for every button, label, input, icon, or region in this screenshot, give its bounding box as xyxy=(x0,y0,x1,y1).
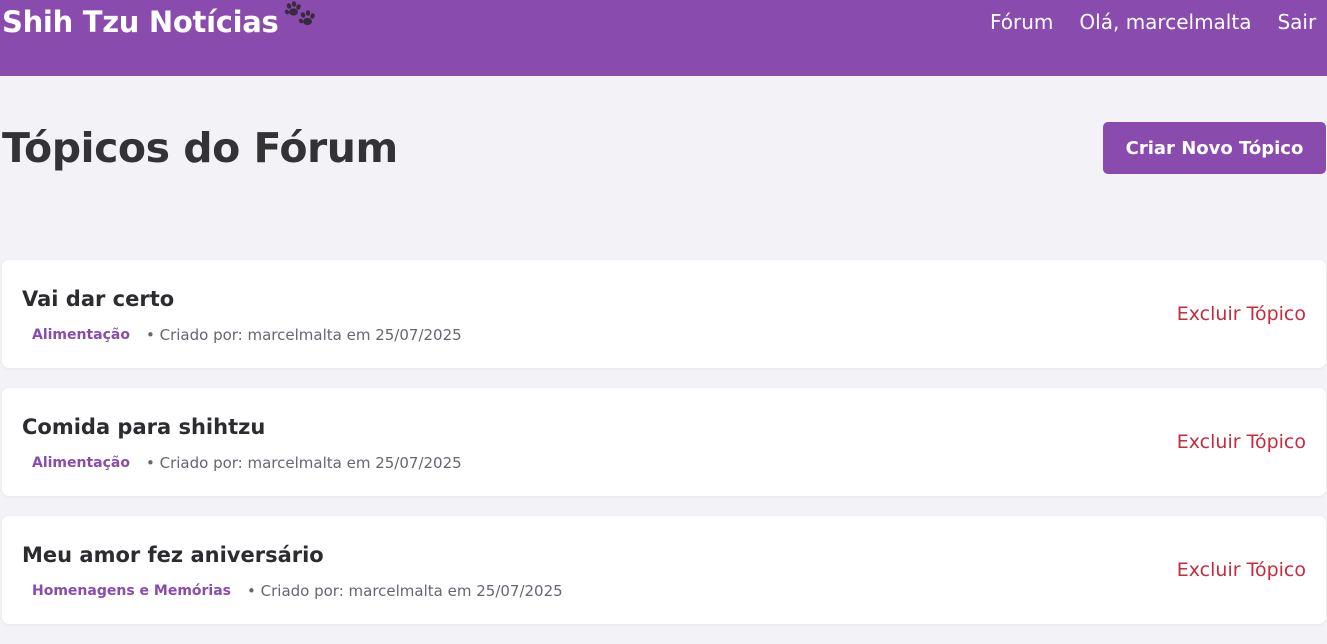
nav-logout-link[interactable]: Sair xyxy=(1277,8,1316,36)
topic-card: Meu amor fez aniversário Homenagens e Me… xyxy=(2,516,1326,624)
brand-logo[interactable]: Shih Tzu Notícias xyxy=(2,1,318,42)
topic-title[interactable]: Vai dar certo xyxy=(22,284,174,314)
delete-topic-button[interactable]: Excluir Tópico xyxy=(1177,556,1306,584)
topic-author-date: • Criado por: marcelmalta em 25/07/2025 xyxy=(146,454,462,472)
nav-links: Fórum Olá, marcelmalta Sair xyxy=(990,8,1316,36)
create-topic-button[interactable]: Criar Novo Tópico xyxy=(1103,122,1326,174)
page-title: Tópicos do Fórum xyxy=(2,124,398,172)
topic-list: Vai dar certo Alimentação • Criado por: … xyxy=(2,260,1326,644)
topic-meta: Alimentação • Criado por: marcelmalta em… xyxy=(32,452,462,474)
topic-card: Comida para shihtzu Alimentação • Criado… xyxy=(2,388,1326,496)
topic-meta: Homenagens e Memórias • Criado por: marc… xyxy=(32,580,563,602)
delete-topic-button[interactable]: Excluir Tópico xyxy=(1177,300,1306,328)
category-tag[interactable]: Alimentação xyxy=(32,327,130,343)
category-tag[interactable]: Homenagens e Memórias xyxy=(32,583,231,599)
topic-title[interactable]: Meu amor fez aniversário xyxy=(22,540,324,570)
topic-author-date: • Criado por: marcelmalta em 25/07/2025 xyxy=(146,326,462,344)
topic-meta: Alimentação • Criado por: marcelmalta em… xyxy=(32,324,462,346)
topic-card: Vai dar certo Alimentação • Criado por: … xyxy=(2,260,1326,368)
delete-topic-button[interactable]: Excluir Tópico xyxy=(1177,428,1306,456)
nav-user-greeting[interactable]: Olá, marcelmalta xyxy=(1079,8,1251,36)
topic-title[interactable]: Comida para shihtzu xyxy=(22,412,265,442)
brand-title: Shih Tzu Notícias xyxy=(2,5,279,39)
paw-prints-icon xyxy=(284,1,318,41)
topic-author-date: • Criado por: marcelmalta em 25/07/2025 xyxy=(247,582,563,600)
top-navbar: Shih Tzu Notícias Fórum Olá, marcelmalta… xyxy=(0,0,1327,76)
category-tag[interactable]: Alimentação xyxy=(32,455,130,471)
nav-forum-link[interactable]: Fórum xyxy=(990,8,1053,36)
